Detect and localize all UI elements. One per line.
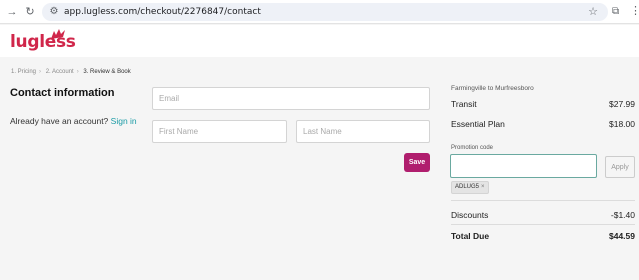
chevron-right-icon: ›: [76, 69, 79, 75]
remove-promo-icon[interactable]: ×: [481, 184, 485, 190]
sign-in-link[interactable]: Sign in: [111, 116, 137, 126]
promo-code-label: Promotion code: [451, 145, 494, 151]
applied-promo-chip: ADLUG5 ×: [451, 181, 489, 194]
breadcrumb-account[interactable]: 2. Account: [46, 69, 74, 75]
email-input[interactable]: [153, 88, 429, 109]
line-item-amount: $18.00: [609, 119, 635, 129]
save-button[interactable]: Save: [404, 153, 430, 172]
apply-promo-button[interactable]: Apply: [605, 156, 635, 178]
discounts-amount: -$1.40: [610, 210, 635, 220]
logo-wing-icon: [51, 29, 65, 39]
address-bar[interactable]: ⚙ app.lugless.com/checkout/2276847/conta…: [42, 3, 608, 21]
forward-arrow-icon[interactable]: →: [4, 4, 20, 20]
breadcrumb-pricing[interactable]: 1. Pricing: [11, 69, 36, 75]
account-prompt-text: Already have an account?: [10, 116, 109, 126]
discounts-label: Discounts: [451, 210, 489, 220]
site-header: lugless: [0, 25, 639, 57]
total-due-row: Total Due $44.59: [451, 231, 635, 241]
total-due-label: Total Due: [451, 231, 490, 241]
address-url[interactable]: app.lugless.com/checkout/2276847/contact: [64, 6, 261, 18]
line-item-essential-plan: Essential Plan $18.00: [451, 119, 635, 129]
trip-route: Farmingville to Murfreesboro: [451, 85, 534, 92]
promo-code-input[interactable]: [451, 155, 596, 177]
line-item-label: Transit: [451, 99, 477, 109]
extensions-icon[interactable]: ⧉: [612, 5, 619, 19]
last-name-field[interactable]: [296, 120, 430, 143]
more-menu-icon[interactable]: ⋮: [630, 4, 639, 18]
promo-code-field[interactable]: [450, 154, 597, 178]
account-prompt: Already have an account? Sign in: [10, 116, 137, 126]
line-item-label: Essential Plan: [451, 119, 505, 129]
summary-divider: [451, 200, 635, 201]
reload-icon[interactable]: ↻: [22, 4, 38, 20]
summary-divider: [451, 224, 635, 225]
breadcrumb-review-book: 3. Review & Book: [83, 69, 131, 75]
browser-toolbar: → ↻ ⚙ app.lugless.com/checkout/2276847/c…: [0, 0, 639, 24]
first-name-field[interactable]: [152, 120, 287, 143]
email-field[interactable]: [152, 87, 430, 110]
breadcrumb: 1. Pricing › 2. Account › 3. Review & Book: [11, 69, 134, 75]
applied-promo-code: ADLUG5: [455, 184, 480, 190]
line-item-amount: $27.99: [609, 99, 635, 109]
site-settings-icon[interactable]: ⚙: [48, 6, 60, 18]
total-due-amount: $44.59: [609, 231, 635, 241]
bookmark-star-icon[interactable]: ☆: [588, 5, 598, 19]
discounts-row: Discounts -$1.40: [451, 210, 635, 220]
page-title: Contact information: [10, 87, 115, 99]
line-item-transit: Transit $27.99: [451, 99, 635, 109]
first-name-input[interactable]: [153, 121, 286, 142]
chevron-right-icon: ›: [39, 69, 42, 75]
last-name-input[interactable]: [297, 121, 429, 142]
